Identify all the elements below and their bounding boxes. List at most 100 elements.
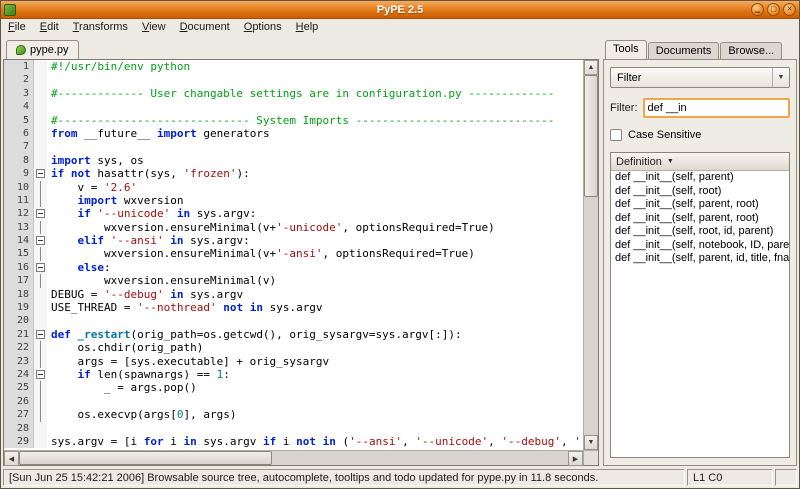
list-item[interactable]: def __init__(self, parent, root) <box>611 212 789 226</box>
list-item[interactable]: def __init__(self, root, id, parent) <box>611 225 789 239</box>
code-line[interactable]: 19USE_THREAD = '--nothread' not in sys.a… <box>4 301 583 314</box>
code-line[interactable]: 23 args = [sys.executable] + orig_sysarg… <box>4 355 583 368</box>
vertical-scrollbar[interactable]: ▲ ▼ <box>583 60 598 450</box>
side-tab-tools[interactable]: Tools <box>605 40 647 59</box>
title-bar[interactable]: PyPE 2.5 ▁ ▢ ✕ <box>1 1 799 19</box>
fold-margin <box>34 314 47 327</box>
code-line[interactable]: 22 os.chdir(orig_path) <box>4 341 583 354</box>
code-line[interactable]: 25 _ = args.pop() <box>4 381 583 394</box>
code-line[interactable]: 6from __future__ import generators <box>4 127 583 140</box>
horizontal-scrollbar[interactable]: ◀ ▶ <box>4 451 583 465</box>
filter-combobox[interactable]: Filter ▼ <box>610 67 790 88</box>
code-line[interactable]: 26 <box>4 395 583 408</box>
menu-transforms[interactable]: Transforms <box>66 19 135 37</box>
scroll-right-icon[interactable]: ▶ <box>568 451 583 466</box>
line-number: 27 <box>4 408 34 421</box>
vertical-scroll-thumb[interactable] <box>584 75 598 197</box>
code-line[interactable]: 16 else: <box>4 261 583 274</box>
vertical-scroll-track[interactable] <box>584 75 598 435</box>
code-lines[interactable]: 1#!/usr/bin/env python23#------------- U… <box>4 60 583 450</box>
fold-margin[interactable] <box>34 368 47 381</box>
line-number: 28 <box>4 422 34 435</box>
code-line[interactable]: 15 wxversion.ensureMinimal(v+'-ansi', op… <box>4 247 583 260</box>
code-line[interactable]: 7 <box>4 140 583 153</box>
menu-view[interactable]: View <box>135 19 173 37</box>
code-line[interactable]: 9if not hasattr(sys, 'frozen'): <box>4 167 583 180</box>
fold-collapse-icon[interactable] <box>36 263 45 272</box>
fold-margin[interactable] <box>34 234 47 247</box>
window-icon[interactable] <box>4 4 16 16</box>
fold-collapse-icon[interactable] <box>36 209 45 218</box>
fold-margin[interactable] <box>34 207 47 220</box>
definition-list[interactable]: Definition ▼ def __init__(self, parent)d… <box>610 152 790 458</box>
close-button[interactable]: ✕ <box>783 3 796 16</box>
menu-edit[interactable]: Edit <box>33 19 66 37</box>
code-line[interactable]: 10 v = '2.6' <box>4 181 583 194</box>
code-line[interactable]: 24 if len(spawnargs) == 1: <box>4 368 583 381</box>
horizontal-scroll-track[interactable] <box>19 451 568 465</box>
cursor-position: L1 C0 <box>687 469 773 486</box>
fold-margin <box>34 274 47 287</box>
fold-collapse-icon[interactable] <box>36 330 45 339</box>
code-line[interactable]: 27 os.execvp(args[0], args) <box>4 408 583 421</box>
line-number: 10 <box>4 181 34 194</box>
list-item[interactable]: def __init__(self, root) <box>611 185 789 199</box>
fold-margin <box>34 154 47 167</box>
filter-combobox-value: Filter <box>617 72 641 84</box>
menu-file[interactable]: File <box>1 19 33 37</box>
menu-document[interactable]: Document <box>173 19 237 37</box>
code-line[interactable]: 29sys.argv = [i for i in sys.argv if i n… <box>4 435 583 448</box>
code-line[interactable]: 2 <box>4 73 583 86</box>
filter-input[interactable] <box>643 98 791 118</box>
fold-margin[interactable] <box>34 167 47 180</box>
list-item[interactable]: def __init__(self, parent) <box>611 171 789 185</box>
fold-collapse-icon[interactable] <box>36 236 45 245</box>
code-text <box>47 395 51 408</box>
fold-collapse-icon[interactable] <box>36 370 45 379</box>
maximize-button[interactable]: ▢ <box>767 3 780 16</box>
fold-margin <box>34 194 47 207</box>
resize-grip[interactable] <box>775 469 797 486</box>
code-line[interactable]: 28 <box>4 422 583 435</box>
code-line[interactable]: 18DEBUG = '--debug' in sys.argv <box>4 288 583 301</box>
code-line[interactable]: 1#!/usr/bin/env python <box>4 60 583 73</box>
side-tab-browse[interactable]: Browse... <box>720 42 782 59</box>
chevron-down-icon[interactable]: ▼ <box>772 68 789 87</box>
side-tab-documents[interactable]: Documents <box>648 42 720 59</box>
fold-collapse-icon[interactable] <box>36 169 45 178</box>
fold-margin <box>34 247 47 260</box>
code-line[interactable]: 13 wxversion.ensureMinimal(v+'-unicode',… <box>4 221 583 234</box>
scroll-left-icon[interactable]: ◀ <box>4 451 19 466</box>
status-bar: [Sun Jun 25 15:42:21 2006] Browsable sou… <box>1 468 799 488</box>
minimize-button[interactable]: ▁ <box>751 3 764 16</box>
fold-margin[interactable] <box>34 328 47 341</box>
list-item[interactable]: def __init__(self, parent, root) <box>611 198 789 212</box>
code-line[interactable]: 17 wxversion.ensureMinimal(v) <box>4 274 583 287</box>
code-line[interactable]: 8import sys, os <box>4 154 583 167</box>
code-line[interactable]: 20 <box>4 314 583 327</box>
tab-pype-py[interactable]: pype.py <box>6 40 79 59</box>
code-editor[interactable]: 1#!/usr/bin/env python23#------------- U… <box>3 59 599 466</box>
code-line[interactable]: 14 elif '--ansi' in sys.argv: <box>4 234 583 247</box>
fold-margin[interactable] <box>34 261 47 274</box>
list-item[interactable]: def __init__(self, notebook, ID, parent) <box>611 239 789 253</box>
code-line[interactable]: 3#------------- User changable settings … <box>4 87 583 100</box>
scroll-up-icon[interactable]: ▲ <box>584 60 598 75</box>
horizontal-scroll-thumb[interactable] <box>19 451 272 465</box>
editor-pane: pype.py 1#!/usr/bin/env python23#-------… <box>3 39 599 466</box>
code-line[interactable]: 21def _restart(orig_path=os.getcwd(), or… <box>4 328 583 341</box>
line-number: 8 <box>4 154 34 167</box>
fold-margin <box>34 60 47 73</box>
list-item[interactable]: def __init__(self, parent, id, title, fn… <box>611 252 789 266</box>
case-sensitive-checkbox[interactable] <box>610 129 622 141</box>
line-number: 4 <box>4 100 34 113</box>
code-line[interactable]: 11 import wxversion <box>4 194 583 207</box>
code-line[interactable]: 4 <box>4 100 583 113</box>
menu-help[interactable]: Help <box>289 19 326 37</box>
definition-column-header[interactable]: Definition ▼ <box>611 153 789 171</box>
fold-margin <box>34 100 47 113</box>
scroll-down-icon[interactable]: ▼ <box>584 435 598 450</box>
code-line[interactable]: 12 if '--unicode' in sys.argv: <box>4 207 583 220</box>
code-line[interactable]: 5#----------------------------- System I… <box>4 114 583 127</box>
menu-options[interactable]: Options <box>237 19 289 37</box>
